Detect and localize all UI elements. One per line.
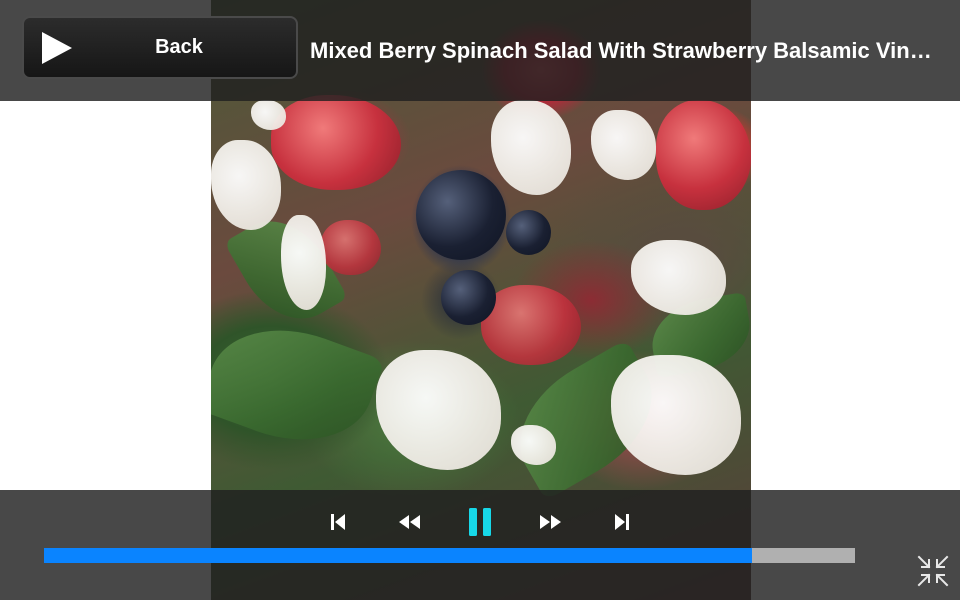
- playback-controls: [0, 490, 960, 600]
- play-icon: [42, 32, 72, 64]
- skip-next-button[interactable]: [606, 504, 638, 540]
- rewind-icon: [399, 515, 420, 529]
- feta-crumble: [631, 240, 726, 315]
- feta-crumble: [611, 355, 741, 475]
- feta-crumble: [211, 140, 281, 230]
- strawberry: [656, 100, 751, 210]
- raspberry: [321, 220, 381, 275]
- raspberry: [481, 285, 581, 365]
- feta-crumble: [491, 100, 571, 195]
- pause-button[interactable]: [462, 502, 498, 542]
- back-button-label: Back: [155, 36, 203, 58]
- feta-crumble: [511, 425, 556, 465]
- seek-bar-progress: [44, 548, 752, 563]
- feta-crumble: [376, 350, 501, 470]
- blueberry: [416, 170, 506, 260]
- video-player-screen: Back Mixed Berry Spinach Salad With Stra…: [0, 0, 960, 600]
- back-button[interactable]: Back: [22, 16, 298, 79]
- skip-previous-icon: [331, 514, 345, 530]
- seek-bar[interactable]: [44, 548, 855, 563]
- skip-next-icon: [615, 514, 629, 530]
- fast-forward-button[interactable]: [534, 504, 568, 540]
- spinach-leaf: [211, 305, 385, 465]
- blueberry: [441, 270, 496, 325]
- fast-forward-icon: [540, 515, 561, 529]
- top-bar: Back Mixed Berry Spinach Salad With Stra…: [0, 0, 960, 101]
- strawberry: [271, 95, 401, 190]
- blueberry: [506, 210, 551, 255]
- skip-previous-button[interactable]: [322, 504, 354, 540]
- rewind-button[interactable]: [392, 504, 426, 540]
- feta-crumble: [251, 100, 286, 130]
- exit-fullscreen-icon[interactable]: [916, 554, 950, 588]
- pause-icon: [469, 508, 491, 536]
- video-title: Mixed Berry Spinach Salad With Strawberr…: [310, 38, 932, 63]
- feta-crumble: [591, 110, 656, 180]
